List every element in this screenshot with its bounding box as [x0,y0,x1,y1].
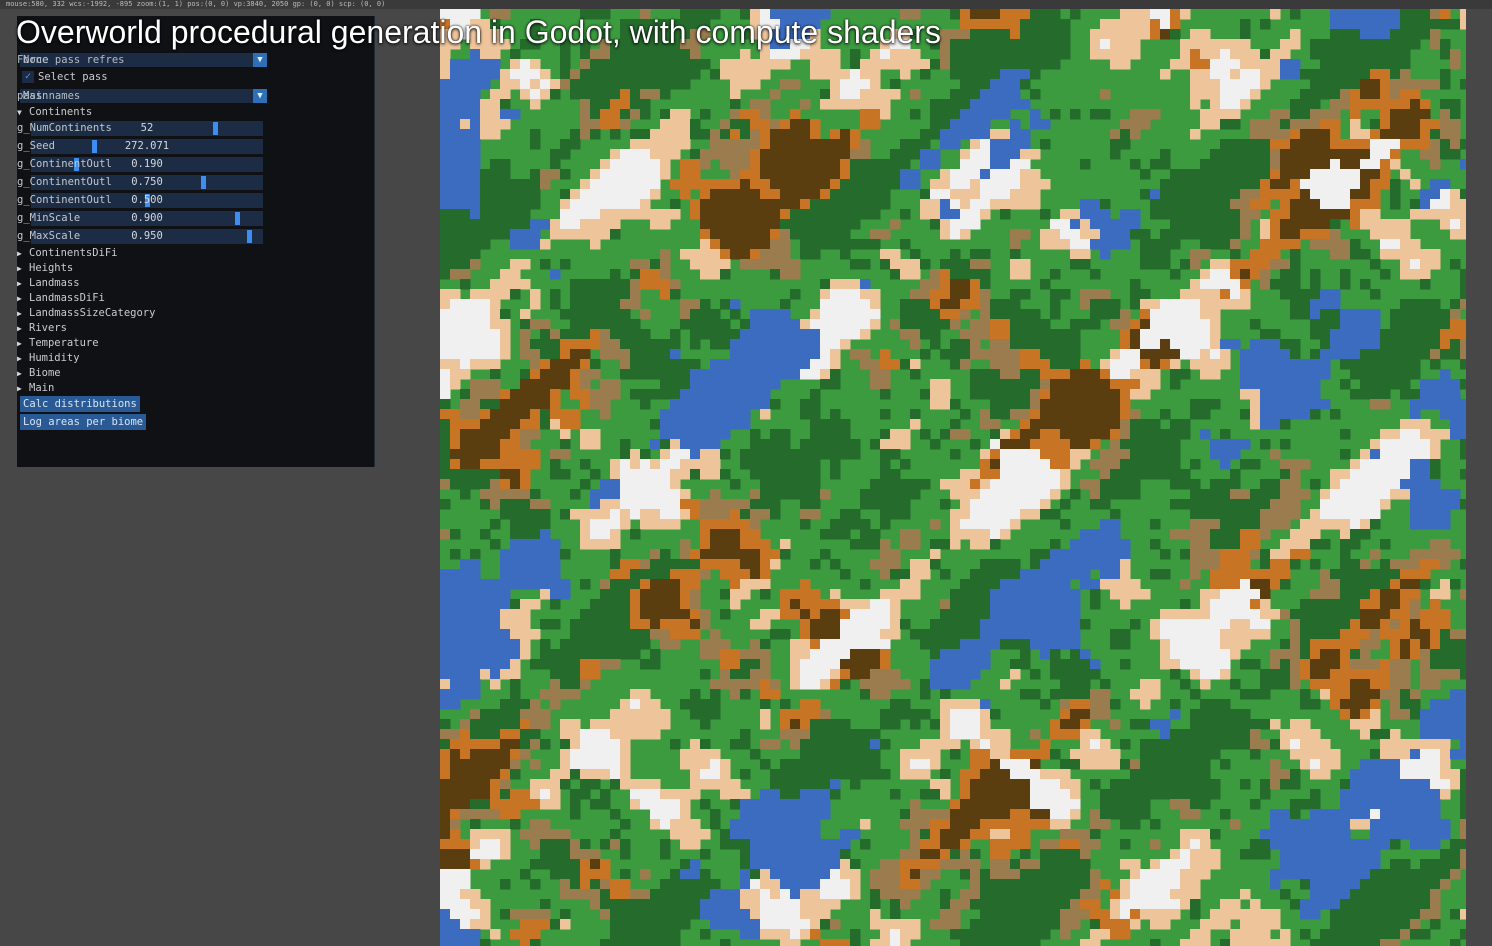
tree-node-biome[interactable]: ▶ Biome [17,365,61,381]
chevron-down-icon[interactable]: ▼ [253,89,267,103]
tree-node-label: Heights [29,262,74,274]
tree-node-continentsdifi[interactable]: ▶ ContinentsDiFi [17,245,118,261]
debug-status-text: mouse:580, 332 wcs:-1992, -895 zoom:(1, … [6,0,386,8]
log-areas-per-biome-button[interactable]: Log areas per biome [20,414,147,430]
expanded-triangle-icon: ▼ [17,108,22,117]
tree-node-label: Landmass [29,277,80,289]
tree-node-label: LandmassDiFi [29,292,105,304]
debug-status-bar: mouse:580, 332 wcs:-1992, -895 zoom:(1, … [0,0,1492,9]
imgui-debug-panel[interactable]: None ▼ Force pass refres ✓ Select pass M… [17,16,375,467]
chevron-down-icon[interactable]: ▼ [253,53,267,67]
tree-node-label: LandmassSizeCategory [29,307,156,319]
tree-node-label: Rivers [29,322,67,334]
slider-label: g_ContinentOutl [17,158,112,170]
tree-node-temperature[interactable]: ▶ Temperature [17,335,99,351]
tree-node-landmasssizecategory[interactable]: ▶ LandmassSizeCategory [17,305,155,321]
select-pass-checkbox[interactable]: ✓ [22,71,34,83]
tree-node-main[interactable]: ▶ Main [17,380,54,396]
tree-node-label: Biome [29,367,61,379]
collapsed-triangle-icon: ▶ [17,384,22,393]
slider-label: g_Seed [17,140,55,152]
slider-label: g_ContinentOutl [17,176,112,188]
tree-node-rivers[interactable]: ▶ Rivers [17,320,67,336]
slider-label: g_ContinentOutl [17,194,112,206]
tree-node-heights[interactable]: ▶ Heights [17,260,73,276]
tree-node-label: ContinentsDiFi [29,247,118,259]
slider-label: g_MinScale [17,212,81,224]
tree-node-label: Continents [29,106,93,118]
slider-label: g_MaxScale [17,230,81,242]
tree-node-landmassdifi[interactable]: ▶ LandmassDiFi [17,290,105,306]
slider-1[interactable]: 272.071 [31,139,263,154]
slider-label: g_NumContinents [17,122,112,134]
tree-node-label: Temperature [29,337,99,349]
tree-node-continents[interactable]: ▼ Continents [17,104,92,120]
world-map-viewport[interactable] [440,9,1466,946]
viewport-border [1466,9,1492,946]
tree-node-label: Humidity [29,352,80,364]
tree-node-label: Main [29,382,55,394]
video-title: Overworld procedural generation in Godot… [16,14,941,50]
calc-distributions-button[interactable]: Calc distributions [20,396,140,412]
pass-names-label: pass names [17,90,81,102]
select-pass-label: Select pass [38,71,108,83]
tree-node-landmass[interactable]: ▶ Landmass [17,275,80,291]
force-pass-label: Force pass refres [17,54,125,66]
procedural-world-map [440,9,1466,946]
tree-node-humidity[interactable]: ▶ Humidity [17,350,80,366]
slider-value: 272.071 [124,140,170,152]
